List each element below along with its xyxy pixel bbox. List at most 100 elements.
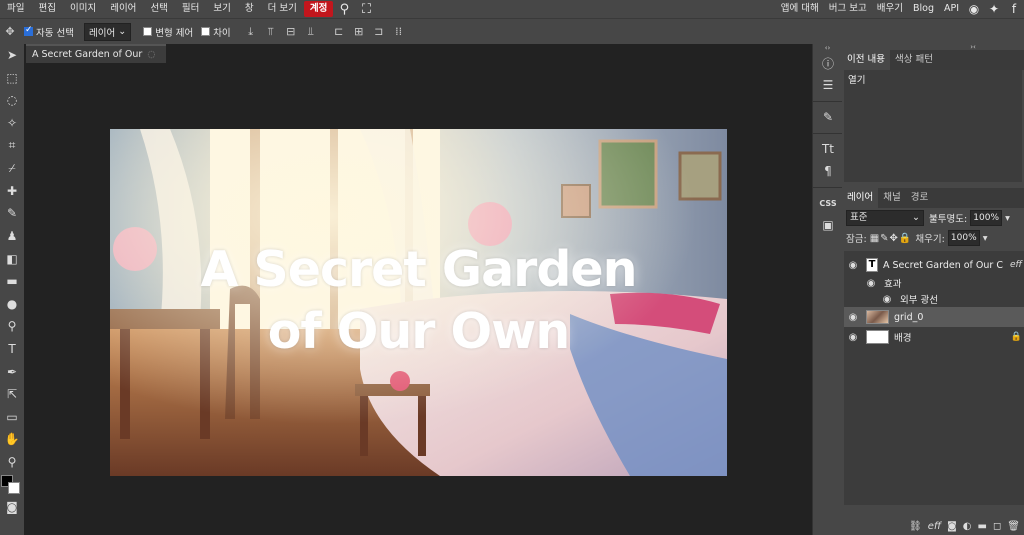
color-swatches[interactable] [0, 473, 24, 496]
info-icon[interactable]: ⓘ [813, 52, 843, 74]
auto-select-checkbox[interactable]: 자동 선택 [24, 25, 74, 39]
menu-window[interactable]: 창 [238, 0, 261, 18]
menu-filter[interactable]: 필터 [175, 0, 206, 18]
marquee-tool-icon[interactable]: ⬚ [0, 67, 24, 90]
facebook-icon[interactable]: f [1004, 0, 1024, 18]
transform-label: 변형 제어 [155, 27, 194, 39]
blend-mode-select[interactable]: 표준 ⌄ [846, 210, 924, 226]
text-layer-thumb: T [866, 258, 878, 272]
text-tool-icon[interactable]: T [0, 338, 24, 361]
image-icon[interactable]: ▣ [813, 214, 843, 236]
menu-select[interactable]: 선택 [143, 0, 174, 18]
magic-wand-icon[interactable]: ✧ [0, 112, 24, 135]
artwork-canvas[interactable]: A Secret Garden of Our Own [110, 129, 727, 476]
menu-edit[interactable]: 편집 [31, 0, 62, 18]
layer-effects-row[interactable]: ◉ 효과 [844, 275, 1024, 291]
layer-effect-outer-glow[interactable]: ◉ 외부 광선 [844, 291, 1024, 307]
crop-tool-icon[interactable]: ⌗ [0, 134, 24, 157]
account-button[interactable]: 계정 [303, 1, 334, 17]
fullscreen-icon[interactable]: ⛶ [355, 0, 377, 18]
link-icon[interactable]: ⛓ [909, 521, 922, 532]
menu-image[interactable]: 이미지 [63, 0, 103, 18]
layer-select-dropdown[interactable]: 레이어 ⌄ [83, 22, 132, 41]
align-top-icon[interactable]: ⫪ [261, 22, 281, 42]
search-icon[interactable]: ⚲ [333, 0, 355, 18]
new-layer-icon[interactable]: ◻ [993, 521, 1001, 532]
align-center-icon[interactable]: ⊞ [349, 22, 369, 42]
link-blog[interactable]: Blog [908, 0, 939, 18]
collapse-arrows-icon[interactable]: ‹› [813, 44, 842, 52]
menu-layer[interactable]: 레이어 [103, 0, 143, 18]
link-about[interactable]: 앱에 대해 [776, 0, 824, 18]
mask-icon[interactable]: ◙ [947, 521, 957, 532]
align-left-icon[interactable]: ⊏ [329, 22, 349, 42]
brush-settings-icon[interactable]: ✎ [813, 106, 843, 128]
stamp-tool-icon[interactable]: ♟ [0, 225, 24, 248]
background-color[interactable] [8, 482, 20, 495]
healing-brush-icon[interactable]: ✚ [0, 180, 24, 203]
eye-icon[interactable]: ◉ [862, 278, 880, 289]
link-learn[interactable]: 배우기 [872, 0, 908, 18]
zoom-tool-icon[interactable]: ⚲ [0, 451, 24, 474]
menu-file[interactable]: 파일 [0, 0, 31, 18]
background-layer-thumb [866, 330, 889, 344]
paragraph-icon[interactable]: ¶ [813, 160, 843, 182]
lock-icons[interactable]: ▦✎✥🔒 [870, 233, 913, 244]
brush-tool-icon[interactable]: ✎ [0, 202, 24, 225]
tab-channels[interactable]: 채널 [878, 188, 905, 208]
opacity-dropdown-icon[interactable]: ▾ [1005, 213, 1010, 224]
align-right-icon[interactable]: ⊐ [369, 22, 389, 42]
move-tool-icon[interactable]: ➤ [0, 44, 24, 67]
css-icon[interactable]: CSS [813, 192, 843, 214]
dodge-tool-icon[interactable]: ⚲ [0, 315, 24, 338]
hand-tool-icon[interactable]: ✋ [0, 428, 24, 451]
delete-icon[interactable]: 🗑 [1007, 521, 1020, 532]
twitter-icon[interactable]: ✦ [984, 0, 1004, 18]
download-icon[interactable]: ⤓ [241, 22, 261, 42]
tab-history[interactable]: 이전 내용 [842, 50, 890, 70]
folder-icon[interactable]: ▬ [978, 521, 987, 532]
blur-tool-icon[interactable]: ● [0, 293, 24, 316]
eraser-tool-icon[interactable]: ◧ [0, 247, 24, 270]
eye-icon[interactable]: ◉ [844, 312, 862, 323]
align-bottom-icon[interactable]: ⫫ [301, 22, 321, 42]
menu-view[interactable]: 보기 [206, 0, 237, 18]
align-middle-icon[interactable]: ⊟ [281, 22, 301, 42]
distance-checkbox[interactable]: 차이 [201, 25, 231, 39]
blend-row: 표준 ⌄ 불투명도: 100% ▾ [842, 208, 1024, 228]
eyedropper-icon[interactable]: ⌿ [0, 157, 24, 180]
shape-tool-icon[interactable]: ▭ [0, 406, 24, 429]
tab-paths[interactable]: 경로 [906, 188, 933, 208]
close-icon[interactable]: ◌ [144, 49, 155, 60]
menu-more[interactable]: 더 보기 [261, 0, 304, 18]
eye-icon[interactable]: ◉ [844, 260, 862, 271]
eye-icon[interactable]: ◉ [878, 294, 896, 305]
opacity-input[interactable]: 100% [970, 210, 1003, 226]
distribute-icon[interactable]: ⁞⁞ [389, 22, 409, 42]
fx-badge[interactable]: eff [1010, 260, 1022, 270]
fx-button[interactable]: eff [928, 521, 941, 532]
lasso-tool-icon[interactable]: ◌ [0, 89, 24, 112]
fill-dropdown-icon[interactable]: ▾ [983, 233, 988, 244]
reddit-icon[interactable]: ◉ [964, 0, 984, 18]
layer-row-text[interactable]: ◉ T A Secret Garden of Our C eff [844, 255, 1024, 275]
link-bug-report[interactable]: 버그 보고 [824, 0, 872, 18]
character-icon[interactable]: Tt [813, 138, 843, 160]
tab-layers[interactable]: 레이어 [842, 188, 879, 208]
gradient-tool-icon[interactable]: ▬ [0, 270, 24, 293]
document-tab[interactable]: A Secret Garden of Our ◌ [26, 44, 166, 63]
transform-checkbox[interactable]: 변형 제어 [143, 25, 193, 39]
quick-mask-icon[interactable]: ◙ [0, 496, 24, 519]
tab-swatches[interactable]: 색상 패턴 [890, 50, 938, 70]
path-select-icon[interactable]: ⇱ [0, 383, 24, 406]
pen-tool-icon[interactable]: ✒ [0, 360, 24, 383]
eye-icon[interactable]: ◉ [844, 332, 862, 343]
adjustment-icon[interactable]: ◐ [963, 521, 972, 532]
history-entry[interactable]: 열기 [844, 70, 1022, 88]
properties-icon[interactable]: ☰ [813, 74, 843, 96]
fill-input[interactable]: 100% [947, 230, 980, 246]
layer-row-image[interactable]: ◉ grid_0 [844, 307, 1024, 327]
link-api[interactable]: API [939, 0, 964, 18]
layer-row-background[interactable]: ◉ 배경 🔒 [844, 327, 1024, 347]
menu-bar: 파일 편집 이미지 레이어 선택 필터 보기 창 더 보기 계정 ⚲ ⛶ 앱에 … [0, 0, 1024, 18]
